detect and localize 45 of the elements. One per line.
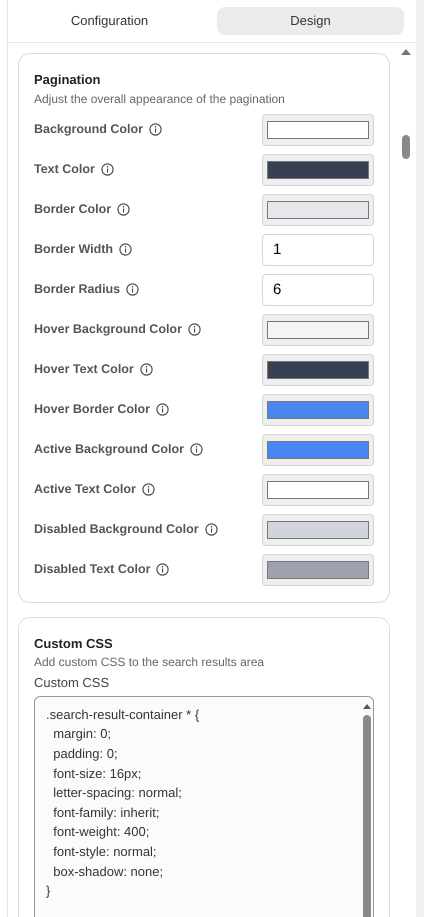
section-title: Custom CSS [34, 634, 114, 652]
color-picker[interactable] [262, 394, 374, 426]
field-label: Border Radius [34, 281, 120, 298]
field-label: Disabled Text Color [34, 561, 150, 578]
tab[interactable]: Configuration [16, 7, 203, 35]
number-field[interactable]: 6 [262, 274, 374, 306]
section-description: Adjust the overall appearance of the pagination [34, 90, 286, 108]
color-picker[interactable] [262, 474, 374, 506]
info-icon[interactable] [149, 123, 162, 136]
info-icon[interactable] [119, 243, 132, 256]
color-picker[interactable] [262, 554, 374, 586]
field-label: Text Color [34, 161, 95, 178]
field-label: Disabled Background Color [34, 521, 199, 538]
code-field[interactable]: .search-result-container * { margin: 0; padding: 0; font-size: 16px; letter-spacing: normal; font-family: inherit; font-weight: 400; font-style: normal; box-shadow: none; } [34, 696, 374, 917]
color-picker[interactable] [262, 354, 374, 386]
section-title: Pagination [34, 71, 102, 89]
info-icon[interactable] [156, 403, 169, 416]
color-picker[interactable] [262, 194, 374, 226]
field-label: Border Color [34, 201, 112, 218]
color-picker[interactable] [262, 114, 374, 146]
tab[interactable]: Design [217, 7, 404, 35]
info-icon[interactable] [156, 563, 170, 576]
color-picker[interactable] [262, 514, 374, 546]
field-label: Custom CSS [34, 674, 110, 692]
info-icon[interactable] [117, 203, 130, 216]
info-icon[interactable] [188, 323, 201, 336]
info-icon[interactable] [190, 443, 204, 456]
info-icon[interactable] [126, 283, 140, 296]
field-label: Hover Border Color [34, 401, 150, 418]
color-picker[interactable] [262, 314, 374, 346]
field-label: Hover Text Color [34, 361, 134, 378]
section-description: Add custom CSS to the search results area [34, 654, 266, 671]
color-picker[interactable] [262, 154, 374, 186]
info-icon[interactable] [204, 523, 218, 536]
info-icon[interactable] [100, 163, 114, 176]
field-label: Background Color [34, 121, 144, 138]
color-picker[interactable] [262, 434, 374, 466]
field-label: Hover Background Color [34, 321, 182, 338]
info-icon[interactable] [142, 483, 155, 496]
info-icon[interactable] [140, 363, 153, 376]
field-label: Active Background Color [34, 441, 184, 458]
field-label: Border Width [34, 241, 114, 258]
number-field[interactable]: 1 [262, 234, 374, 266]
scrollbar-icon[interactable] [401, 49, 411, 159]
field-label: Active Text Color [34, 481, 136, 498]
